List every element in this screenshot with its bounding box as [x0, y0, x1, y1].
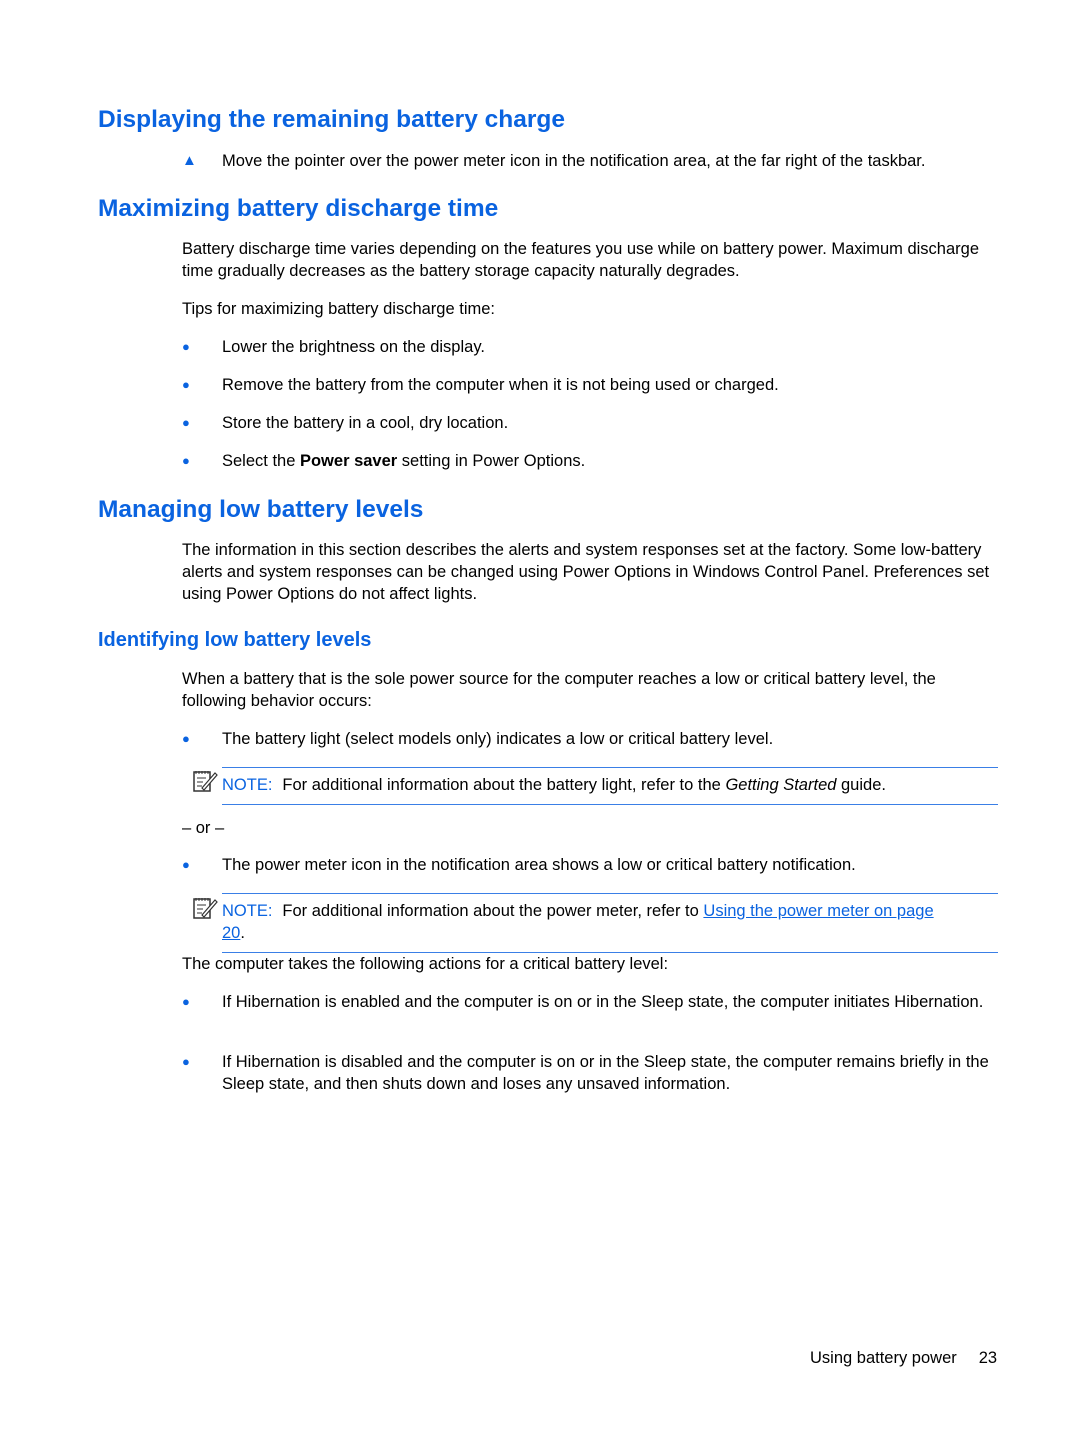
page-number: 23 [978, 1349, 998, 1367]
note-text-pre: For additional information about the bat… [282, 776, 726, 794]
bullet-icon: ● [182, 415, 190, 430]
critical-action-text: If Hibernation is enabled and the comput… [222, 993, 984, 1011]
bullet-icon: ● [182, 731, 190, 746]
identifying-intro: When a battery that is the sole power so… [182, 670, 936, 710]
tip-text-post: setting in Power Options. [397, 452, 586, 470]
critical-action-text: If Hibernation is disabled and the compu… [222, 1053, 989, 1093]
note-battery-light: NOTE: For additional information about th… [222, 767, 998, 805]
bullet-icon: ● [182, 453, 190, 468]
note-label: NOTE: [222, 776, 273, 794]
heading-maximizing-discharge-time: Maximizing battery discharge time [98, 195, 499, 222]
behavior-text: The power meter icon in the notification… [222, 856, 856, 874]
critical-actions-label: The computer takes the following actions… [182, 955, 669, 973]
page-footer: Using battery power 23 [810, 1349, 997, 1368]
heading-managing-low-battery: Managing low battery levels [98, 496, 424, 523]
note-pad-pencil-icon [193, 898, 218, 919]
power-saver-term: Power saver [299, 452, 398, 470]
step-text: Move the pointer over the power meter ic… [222, 152, 926, 170]
or-separator: – or – [182, 819, 225, 837]
bullet-icon: ● [182, 339, 190, 354]
tip-text-pre: Select the [222, 452, 300, 470]
note-label: NOTE: [222, 902, 273, 920]
note-text-pre: For additional information about the pow… [282, 902, 704, 920]
step-triangle-icon: ▲ [182, 152, 197, 169]
heading-displaying-battery-charge: Displaying the remaining battery charge [98, 106, 565, 133]
bullet-icon: ● [182, 994, 190, 1009]
tip-text: Lower the brightness on the display. [222, 338, 485, 356]
bullet-icon: ● [182, 1054, 190, 1069]
tip-text: Store the battery in a cool, dry locatio… [222, 414, 509, 432]
note-text-post: . [240, 924, 245, 942]
maximizing-intro: Battery discharge time varies depending … [182, 240, 980, 280]
heading-identifying-low-battery: Identifying low battery levels [98, 629, 372, 651]
managing-intro: The information in this section describe… [182, 541, 990, 603]
footer-chapter: Using battery power [810, 1349, 957, 1367]
bullet-icon: ● [182, 377, 190, 392]
getting-started-title: Getting Started [725, 776, 837, 794]
tips-label: Tips for maximizing battery discharge ti… [182, 300, 495, 318]
note-text-post: guide. [836, 776, 886, 794]
tip-text: Select the Power saver setting in Power … [222, 450, 1002, 472]
note-pad-pencil-icon [193, 771, 218, 792]
note-power-meter: NOTE: For additional information about th… [222, 893, 998, 953]
behavior-text: The battery light (select models only) i… [222, 730, 774, 748]
tip-text: Remove the battery from the computer whe… [222, 376, 779, 394]
bullet-icon: ● [182, 857, 190, 872]
